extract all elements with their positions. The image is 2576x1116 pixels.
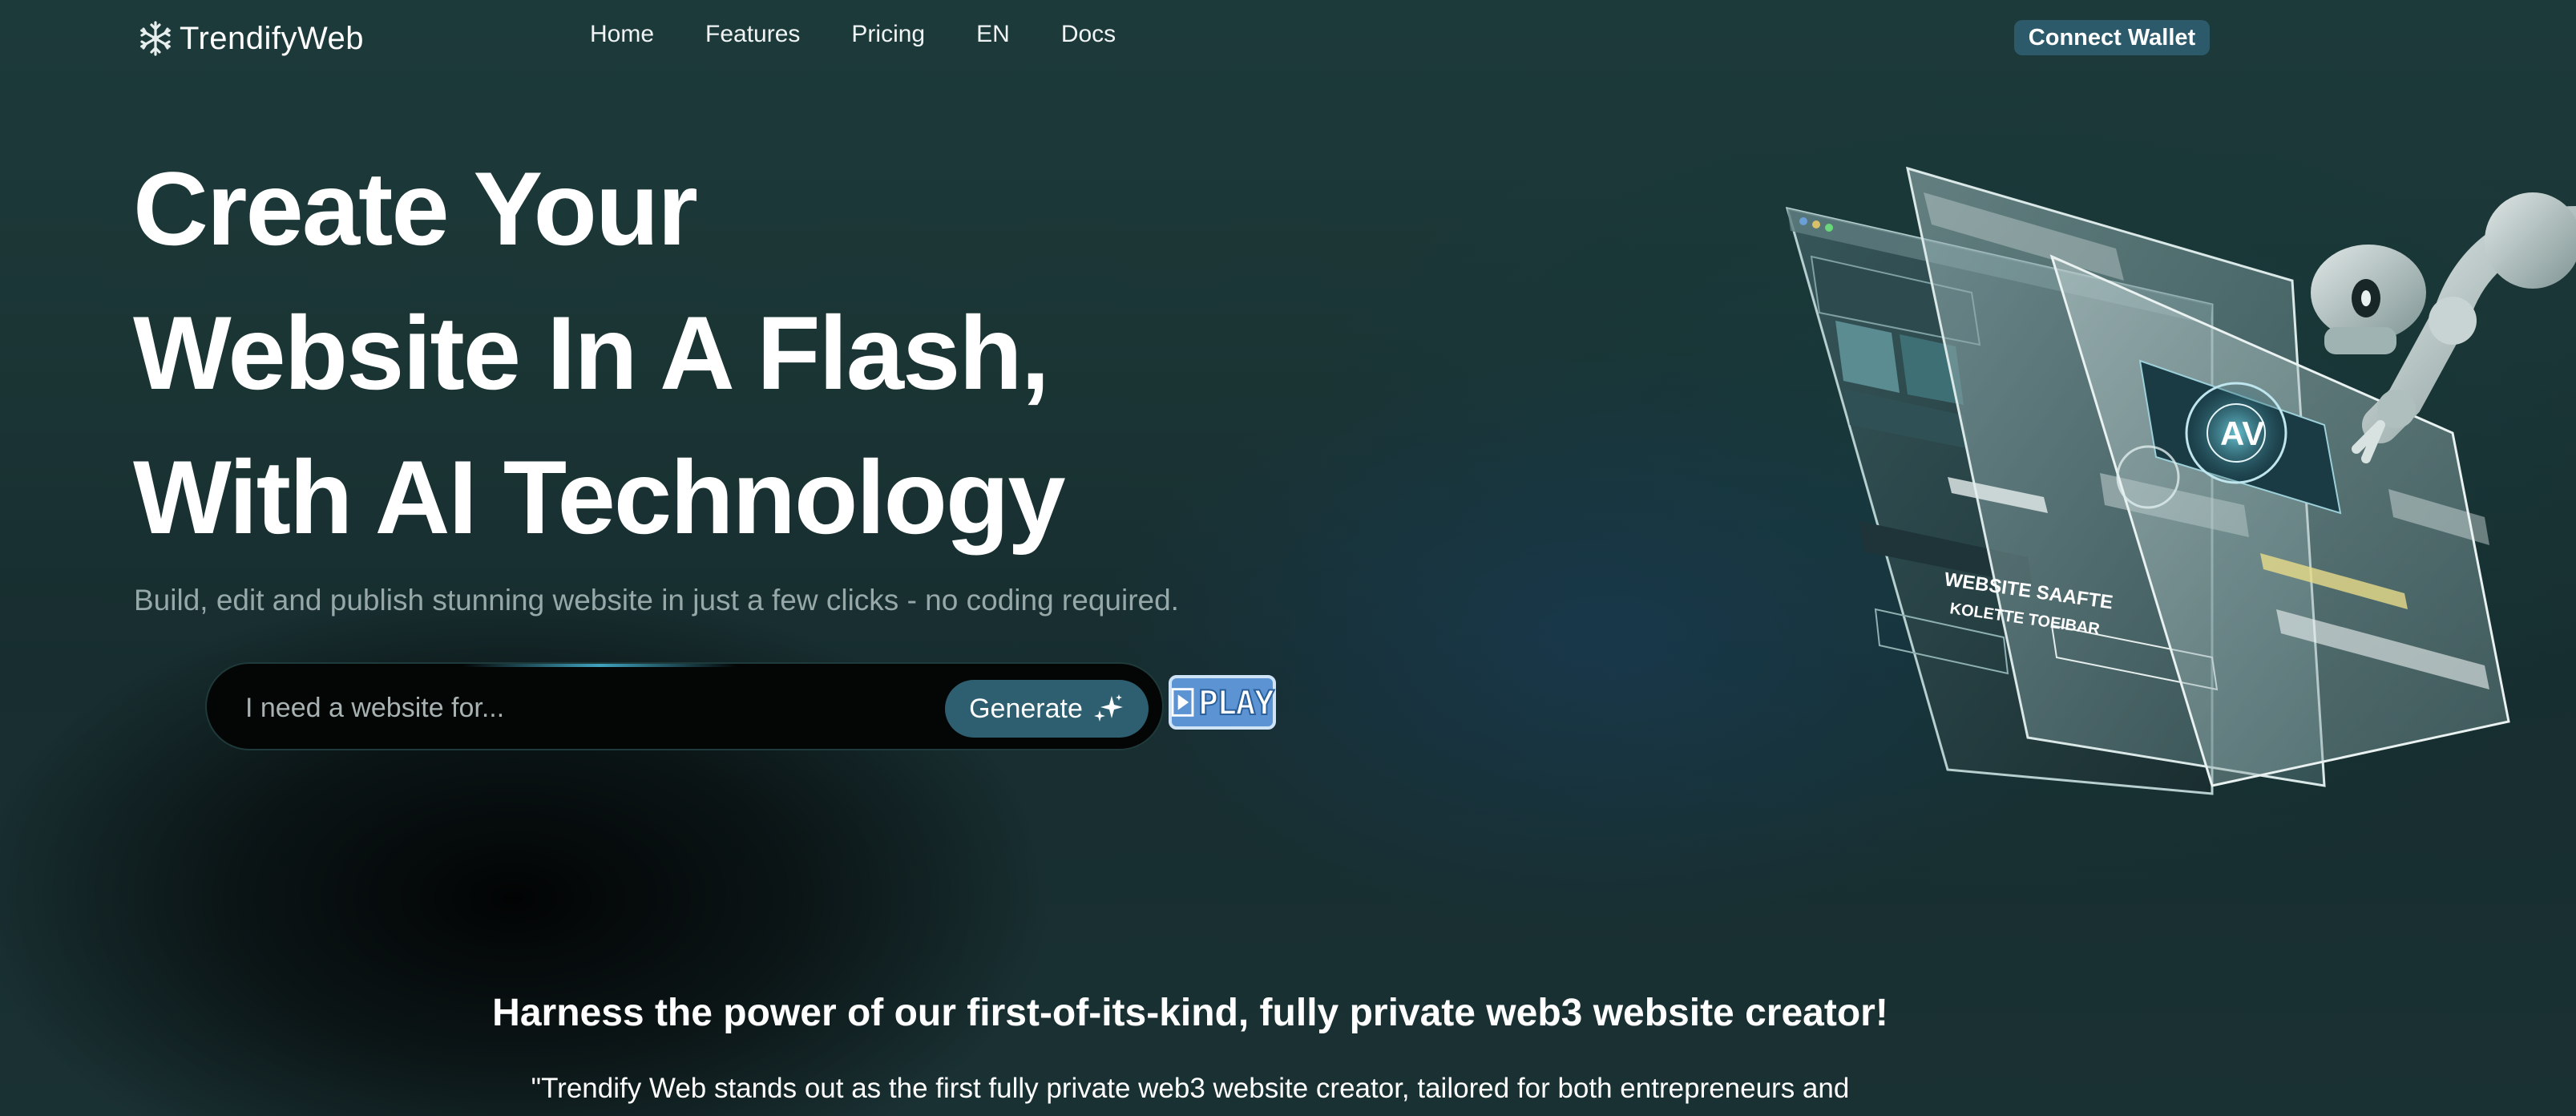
hero-illustration: WEBSITE SAAFTE KOLETTE TOEIBAR AV	[1785, 166, 2576, 795]
nav-link-home[interactable]: Home	[590, 21, 654, 48]
website-prompt-input[interactable]	[244, 685, 904, 731]
language-selector[interactable]: EN	[976, 21, 1010, 48]
snowflake-icon	[140, 21, 171, 56]
play-triangle-icon	[1172, 688, 1194, 717]
top-nav: TrendifyWeb Home Features Pricing EN Doc…	[0, 0, 2576, 77]
robot-head	[2311, 245, 2426, 354]
section-heading: Harness the power of our first-of-its-ki…	[492, 992, 1888, 1034]
generate-button-label: Generate	[969, 693, 1083, 724]
hero-title-line: With AI Technology	[133, 439, 1066, 556]
sparkle-icon	[1093, 694, 1123, 722]
nav-link-pricing[interactable]: Pricing	[851, 21, 925, 48]
generate-button[interactable]: Generate	[945, 680, 1149, 738]
hero-title-line: Create Your	[133, 150, 698, 267]
prompt-bar-glow	[463, 664, 736, 667]
nav-link-docs[interactable]: Docs	[1061, 21, 1116, 48]
nav-link-features[interactable]: Features	[705, 21, 800, 48]
hero-subtitle: Build, edit and publish stunning website…	[134, 584, 1179, 617]
play-button-label: PLAY	[1197, 682, 1275, 723]
section-quote: "Trendify Web stands out as the first fu…	[531, 1073, 1850, 1104]
brand-logo[interactable]: TrendifyWeb	[136, 16, 364, 61]
illustration-label: AV	[2220, 414, 2264, 452]
prompt-bar: Generate	[205, 662, 1164, 750]
play-button[interactable]: PLAY	[1169, 675, 1276, 730]
hero-title: Create Your Website In A Flash, With AI …	[133, 136, 1066, 569]
hero-title-line: Website In A Flash,	[133, 294, 1050, 411]
nav-links: Home Features Pricing EN Docs	[590, 21, 1167, 48]
brand-name: TrendifyWeb	[180, 20, 365, 56]
connect-wallet-button[interactable]: Connect Wallet	[2014, 20, 2210, 55]
